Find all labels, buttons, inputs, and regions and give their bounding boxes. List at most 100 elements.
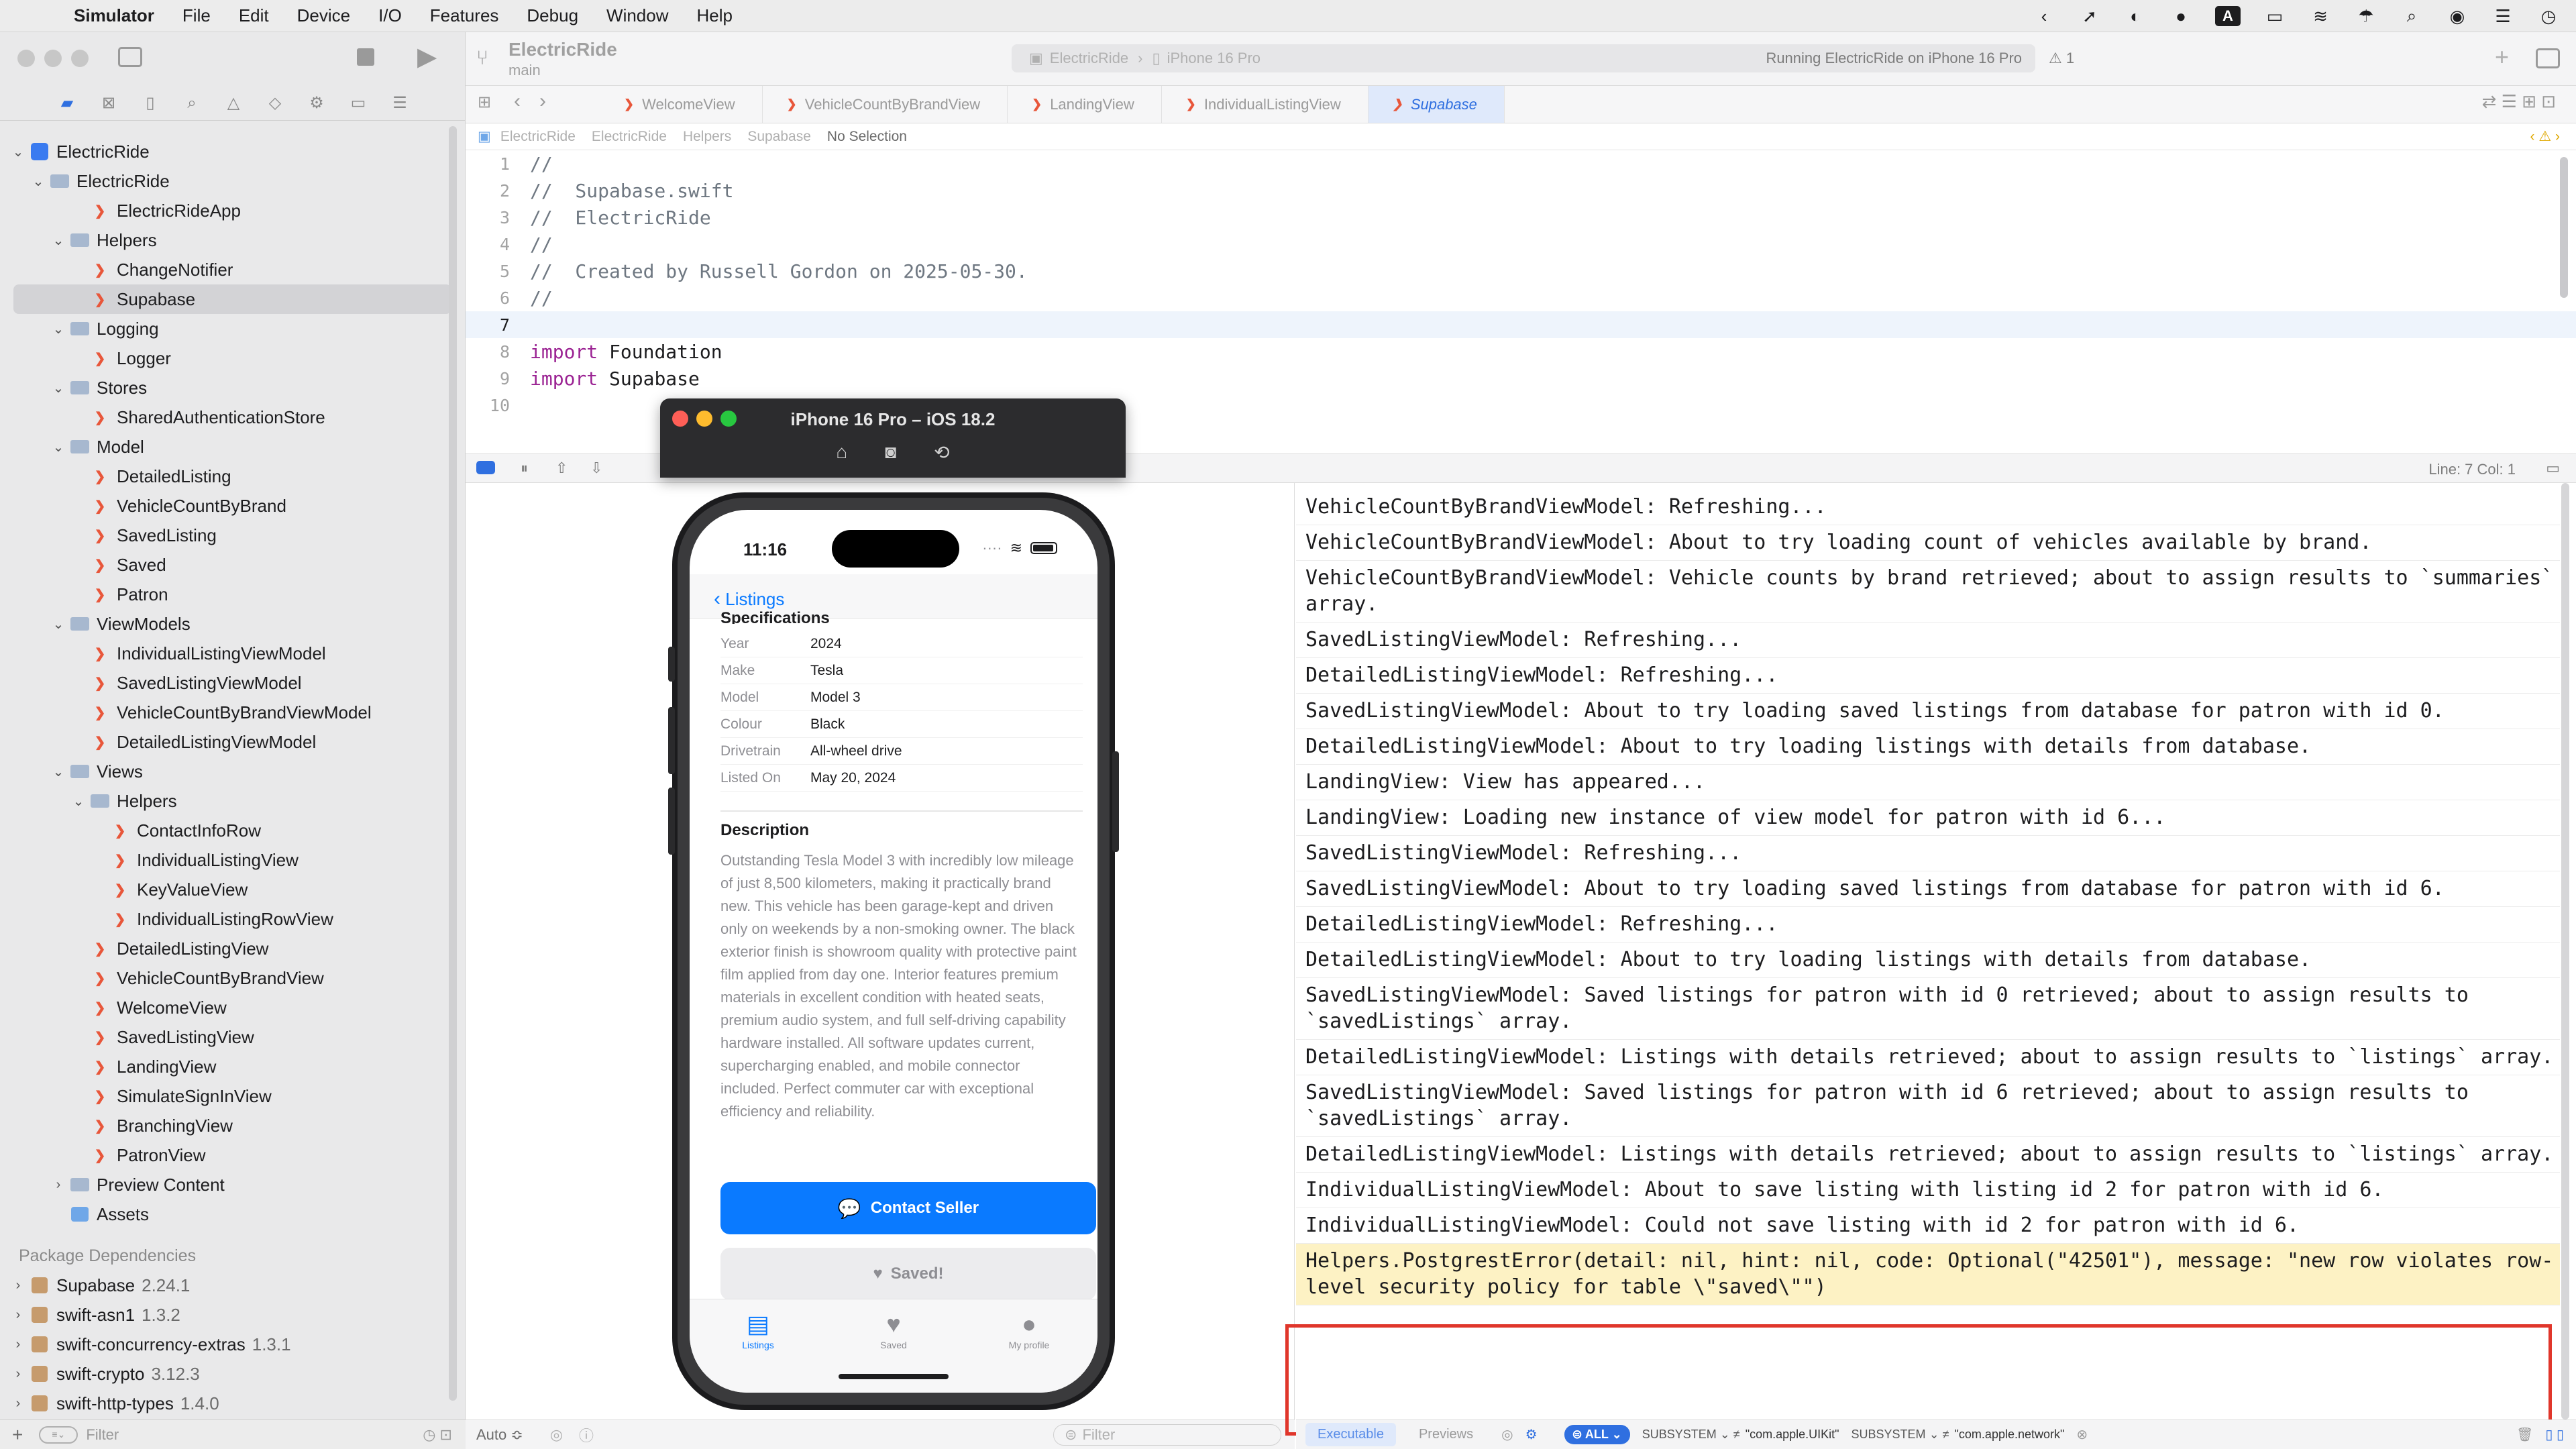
chevron-down-icon[interactable]: ⌄ bbox=[9, 144, 27, 160]
back-button[interactable]: ‹ Listings bbox=[714, 588, 784, 610]
code-line[interactable]: 7 bbox=[466, 311, 2576, 338]
tree-row[interactable]: ⌄ Logging bbox=[0, 314, 465, 343]
line-number[interactable]: 5 bbox=[466, 262, 530, 281]
console-line[interactable]: SavedListingViewModel: Refreshing... bbox=[1296, 623, 2560, 658]
package-row[interactable]: › swift-asn1 1.3.2 bbox=[0, 1300, 465, 1330]
chevron-down-icon[interactable]: ⌄ bbox=[50, 616, 67, 633]
chevron-down-icon[interactable]: ⌄ bbox=[70, 793, 87, 810]
tree-row[interactable]: ❯ SavedListingView bbox=[0, 1022, 465, 1052]
run-destination[interactable]: iPhone 16 Pro bbox=[1167, 50, 1260, 67]
library-add-icon[interactable]: + bbox=[2495, 43, 2509, 71]
chevron-right-icon[interactable]: › bbox=[9, 1278, 27, 1293]
code-line[interactable]: 9 import Supabase bbox=[466, 365, 2576, 392]
tree-row[interactable]: ❯ Logger bbox=[0, 343, 465, 373]
side-button[interactable] bbox=[1112, 751, 1119, 852]
step-in-icon[interactable]: ⇩ bbox=[590, 460, 602, 477]
input-source-icon[interactable]: A bbox=[2215, 6, 2241, 26]
menu-app[interactable]: Simulator bbox=[74, 5, 154, 26]
line-number[interactable]: 10 bbox=[466, 396, 530, 415]
tree-row[interactable]: ❯ IndividualListingViewModel bbox=[0, 639, 465, 668]
menu-debug[interactable]: Debug bbox=[527, 5, 578, 26]
issue-icon[interactable]: △ bbox=[224, 93, 243, 113]
umbrella-icon[interactable]: ☂ bbox=[2355, 6, 2377, 26]
hide-panel-icon[interactable]: ▭ bbox=[2546, 460, 2560, 477]
tree-row[interactable]: ❯ BranchingView bbox=[0, 1111, 465, 1140]
tree-row[interactable]: › Preview Content bbox=[0, 1170, 465, 1199]
tree-row[interactable]: ❯ SharedAuthenticationStore bbox=[0, 402, 465, 432]
back-nav-icon[interactable]: ‹ bbox=[514, 90, 521, 113]
issue-nav-icon[interactable]: ‹ ⚠ › bbox=[2530, 128, 2560, 145]
tree-row[interactable]: ⌄ Views bbox=[0, 757, 465, 786]
tree-row[interactable]: ⌄ Stores bbox=[0, 373, 465, 402]
chevron-down-icon[interactable]: ⌄ bbox=[50, 763, 67, 780]
tab-listings[interactable]: ▤ Listings bbox=[704, 1310, 812, 1350]
tab-file[interactable]: ❯ VehicleCountByBrandView bbox=[763, 86, 1008, 123]
eye-icon[interactable]: ◎ bbox=[1501, 1426, 1513, 1443]
code-line[interactable]: 8 import Foundation bbox=[466, 338, 2576, 365]
line-number[interactable]: 4 bbox=[466, 235, 530, 254]
ball-icon[interactable]: ● bbox=[2169, 6, 2192, 26]
tab-file[interactable]: ❯ Supabase bbox=[1368, 86, 1505, 123]
tree-row[interactable]: ❯ VehicleCountByBrand bbox=[0, 491, 465, 521]
contact-seller-button[interactable]: 💬 Contact Seller bbox=[720, 1182, 1096, 1234]
volume-up-button[interactable] bbox=[668, 707, 675, 774]
toolbar-project-title[interactable]: ElectricRide bbox=[508, 39, 617, 60]
crumb-helpers[interactable]: Helpers bbox=[683, 129, 731, 145]
home-icon[interactable]: ⌂ bbox=[836, 441, 847, 464]
tree-row[interactable]: ⌄ Model bbox=[0, 432, 465, 462]
debug-icon[interactable]: ⚙ bbox=[307, 93, 326, 113]
line-number[interactable]: 8 bbox=[466, 342, 530, 362]
activity-view[interactable]: ▣ ElectricRide › ▯ iPhone 16 Pro Running… bbox=[1012, 44, 2035, 72]
console-line[interactable]: SavedListingViewModel: Saved listings fo… bbox=[1296, 978, 2560, 1040]
scheme-name[interactable]: ElectricRide bbox=[1050, 50, 1128, 67]
menu-window[interactable]: Window bbox=[606, 5, 668, 26]
package-row[interactable]: › swift-concurrency-extras 1.3.1 bbox=[0, 1330, 465, 1359]
folder-navigator-icon[interactable]: ▰ bbox=[58, 93, 76, 113]
console-line[interactable]: IndividualListingViewModel: About to sav… bbox=[1296, 1173, 2560, 1208]
tree-row[interactable]: ⌄ ElectricRide bbox=[0, 166, 465, 196]
console-line[interactable]: DetailedListingViewModel: Listings with … bbox=[1296, 1040, 2560, 1075]
grid-icon[interactable]: ⊞ bbox=[478, 93, 491, 112]
inspector-toggle-icon[interactable] bbox=[2536, 48, 2560, 68]
rotate-icon[interactable]: ⟲ bbox=[934, 441, 949, 464]
volume-down-button[interactable] bbox=[668, 788, 675, 855]
tree-row-project[interactable]: ⌄ ElectricRide bbox=[0, 137, 465, 166]
chevron-right-icon[interactable]: › bbox=[9, 1366, 27, 1382]
line-number[interactable]: 1 bbox=[466, 154, 530, 174]
phone-screen[interactable]: 11:16 ···· ≋ ‹ Listings Specifications Y… bbox=[690, 510, 1097, 1393]
console-line[interactable]: LandingView: Loading new instance of vie… bbox=[1296, 800, 2560, 836]
tree-row[interactable]: ❯ IndividualListingView bbox=[0, 845, 465, 875]
battery-status-icon[interactable]: ▭ bbox=[2263, 6, 2286, 26]
console-line[interactable]: VehicleCountByBrandViewModel: Refreshing… bbox=[1296, 490, 2560, 525]
minimize-window-button[interactable] bbox=[44, 50, 62, 67]
tree-row[interactable]: ❯ DetailedListingViewModel bbox=[0, 727, 465, 757]
chevron-down-icon[interactable]: ⌄ bbox=[50, 439, 67, 455]
chevron-right-icon[interactable]: › bbox=[9, 1337, 27, 1352]
tree-row[interactable]: ❯ Patron bbox=[0, 580, 465, 609]
test-icon[interactable]: ◇ bbox=[266, 93, 284, 113]
code-line[interactable]: 6// bbox=[466, 284, 2576, 311]
tree-row[interactable]: ❯ ChangeNotifier bbox=[0, 255, 465, 284]
console-scrollbar[interactable] bbox=[2561, 483, 2569, 1419]
console-line[interactable]: VehicleCountByBrandViewModel: About to t… bbox=[1296, 525, 2560, 561]
chevron-left-icon[interactable]: ‹ bbox=[2033, 6, 2055, 26]
menu-edit[interactable]: Edit bbox=[239, 5, 269, 26]
line-number[interactable]: 9 bbox=[466, 369, 530, 388]
menu-device[interactable]: Device bbox=[297, 5, 350, 26]
find-icon[interactable]: ⌕ bbox=[182, 94, 201, 113]
subsystem-chip-uikit[interactable]: SUBSYSTEM ⌄ ≠ "com.apple.UIKit" bbox=[1642, 1428, 1839, 1442]
code-line[interactable]: 3// ElectricRide bbox=[466, 204, 2576, 231]
info-icon[interactable]: ⓘ bbox=[579, 1424, 594, 1446]
simulator-titlebar[interactable]: iPhone 16 Pro – iOS 18.2 ⌂ ◙ ⟲ bbox=[660, 398, 1126, 478]
wifi-icon[interactable]: ≋ bbox=[2309, 6, 2332, 26]
add-icon[interactable]: + bbox=[12, 1424, 23, 1446]
tree-row[interactable]: ❯ LandingView bbox=[0, 1052, 465, 1081]
console-line[interactable]: LandingView: View has appeared... bbox=[1296, 765, 2560, 800]
package-row[interactable]: › Supabase 2.24.1 bbox=[0, 1271, 465, 1300]
crumb-selection[interactable]: No Selection bbox=[827, 129, 907, 145]
chevron-right-icon[interactable]: › bbox=[9, 1307, 27, 1323]
clock-icon[interactable]: ◷ bbox=[2537, 6, 2560, 26]
package-row[interactable]: › swift-crypto 3.12.3 bbox=[0, 1359, 465, 1389]
tab-saved[interactable]: ♥ Saved bbox=[840, 1310, 947, 1350]
trash-icon[interactable]: 🗑 bbox=[2516, 1426, 2533, 1443]
